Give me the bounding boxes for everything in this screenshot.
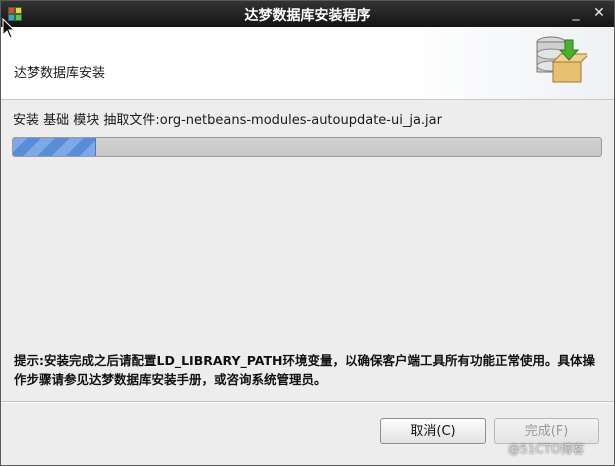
header-panel: 达梦数据库安装 — [1, 27, 614, 100]
window-title: 达梦数据库安装程序 — [244, 8, 371, 24]
status-text: 安装 基础 模块 抽取文件:org-netbeans-modules-autou… — [13, 113, 442, 128]
minimize-icon[interactable]: _ — [567, 4, 585, 22]
installer-window: 达梦数据库安装程序 _ ✕ 达梦数据库安装 安装 基础 模块 抽取文件:org-… — [0, 0, 615, 466]
watermark: @51CTO博客 — [508, 442, 585, 456]
title-bar[interactable]: 达梦数据库安装程序 _ ✕ — [1, 1, 614, 27]
page-heading: 达梦数据库安装 — [14, 66, 106, 81]
close-icon[interactable]: ✕ — [590, 4, 608, 22]
progress-fill — [13, 138, 97, 156]
progress-bar — [12, 137, 602, 157]
divider — [1, 401, 614, 403]
mouse-cursor-icon — [2, 18, 16, 39]
database-install-icon — [536, 36, 587, 83]
cancel-button[interactable]: 取消(C) — [380, 418, 486, 444]
tip-text: 提示:安装完成之后请配置LD_LIBRARY_PATH环境变量，以确保客户端工具… — [14, 353, 595, 387]
